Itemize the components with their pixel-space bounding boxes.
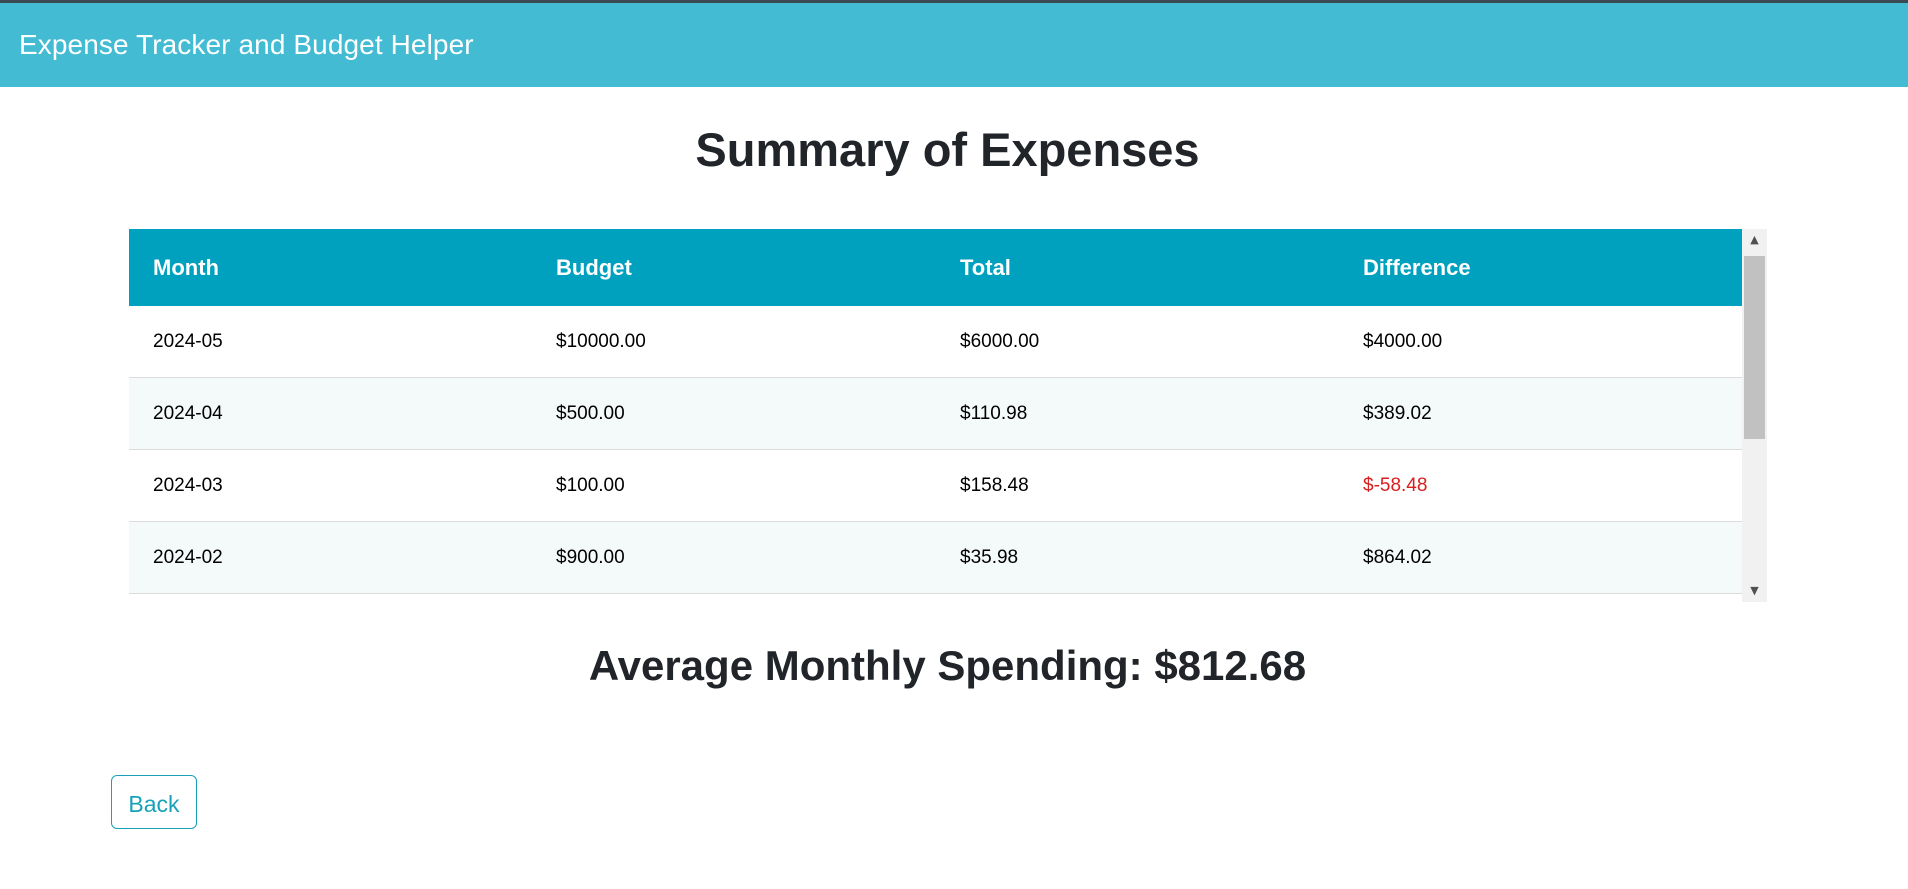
column-header-month: Month [129,229,532,306]
cell-month: 2024-03 [129,449,532,522]
cell-total: $6000.00 [936,306,1339,378]
table-vertical-scrollbar[interactable]: ▲ ▼ [1742,229,1767,602]
back-button[interactable]: Back [111,775,197,829]
navbar: Expense Tracker and Budget Helper [0,3,1908,87]
cell-difference: $864.02 [1339,521,1742,594]
table-row: 2024-05 $10000.00 $6000.00 $4000.00 [129,306,1742,378]
cell-total: $35.98 [936,521,1339,594]
expense-summary-table-container: Month Budget Total Difference 2024-05 $1… [129,229,1767,602]
table-row: 2024-04 $500.00 $110.98 $389.02 [129,377,1742,450]
app-title[interactable]: Expense Tracker and Budget Helper [19,29,474,61]
scroll-up-arrow-icon[interactable]: ▲ [1742,229,1767,251]
cell-difference: $389.02 [1339,377,1742,450]
expense-summary-table: Month Budget Total Difference 2024-05 $1… [129,229,1742,594]
table-scroll-area[interactable]: Month Budget Total Difference 2024-05 $1… [129,229,1742,602]
column-header-budget: Budget [532,229,936,306]
cell-month: 2024-02 [129,521,532,594]
column-header-total: Total [936,229,1339,306]
cell-total: $110.98 [936,377,1339,450]
table-header-row: Month Budget Total Difference [129,229,1742,306]
cell-difference-negative: $-58.48 [1339,449,1742,522]
cell-budget: $900.00 [532,521,936,594]
cell-difference: $4000.00 [1339,306,1742,378]
cell-month: 2024-05 [129,306,532,378]
column-header-difference: Difference [1339,229,1742,306]
cell-budget: $10000.00 [532,306,936,378]
cell-budget: $500.00 [532,377,936,450]
scrollbar-thumb[interactable] [1744,256,1765,439]
average-monthly-spending: Average Monthly Spending: $812.68 [588,642,1307,689]
cell-total: $158.48 [936,449,1339,522]
table-row: 2024-03 $100.00 $158.48 $-58.48 [129,449,1742,522]
cell-month: 2024-04 [129,377,532,450]
page-title: Summary of Expenses [695,123,1200,176]
scroll-down-arrow-icon[interactable]: ▼ [1742,580,1767,602]
cell-budget: $100.00 [532,449,936,522]
table-row: 2024-02 $900.00 $35.98 $864.02 [129,521,1742,594]
